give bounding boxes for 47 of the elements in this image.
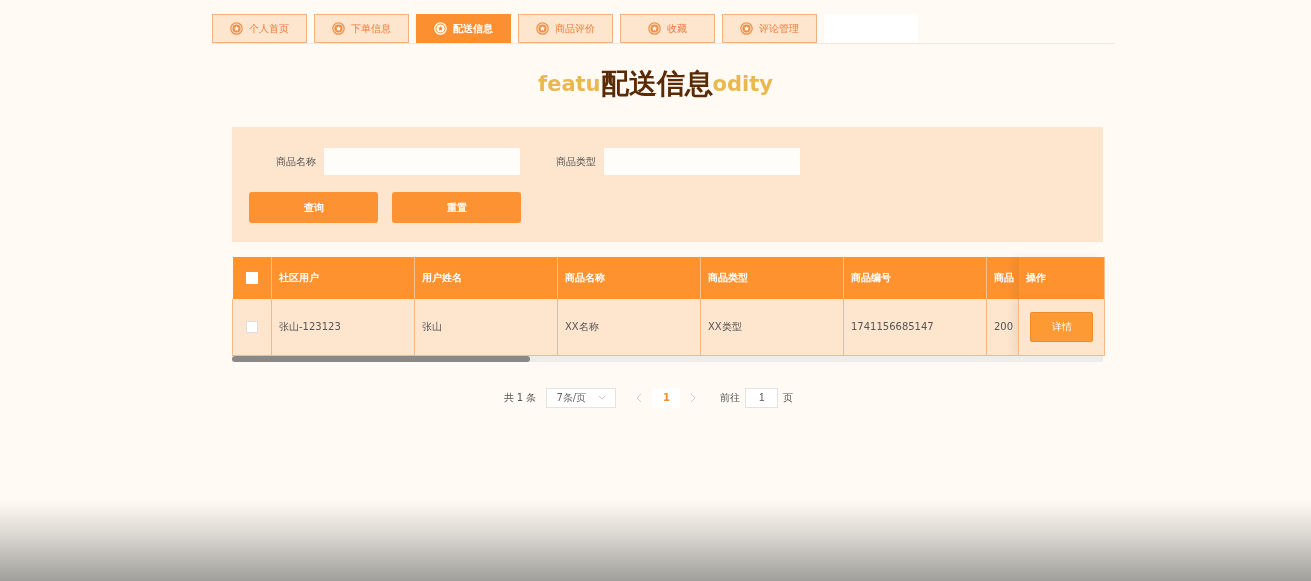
nav-tab[interactable]: 评论管理 (722, 14, 817, 43)
column-header: 社区用户 (271, 257, 415, 299)
total-count: 共 1 条 (503, 390, 537, 405)
star-icon (536, 22, 549, 35)
page-title: 配送信息 (600, 66, 713, 102)
page-input[interactable]: 1 (745, 387, 779, 408)
nav-tab[interactable]: 下单信息 (314, 14, 409, 43)
nav-tab[interactable]: 收藏 (620, 14, 715, 43)
star-icon (434, 22, 447, 35)
star-icon (740, 22, 753, 35)
column-header: 商品编号 (843, 257, 987, 299)
column-header: 商品类型 (700, 257, 844, 299)
table-cell: 1741156685147 (843, 299, 987, 355)
details-button[interactable]: 详情 (1030, 311, 1093, 342)
column-header: 操作 (1018, 257, 1105, 299)
backdrop-text: featu (538, 72, 601, 96)
page-size-select[interactable]: 7条/页 (546, 387, 617, 408)
page-number[interactable]: 1 (652, 387, 681, 408)
scrollbar-thumb[interactable] (232, 355, 530, 362)
page-suffix: 页 (783, 390, 794, 405)
previous-page-icon[interactable] (636, 392, 643, 403)
backdrop-text: odity (712, 72, 773, 96)
table-cell: XX名称 (557, 299, 701, 355)
input-field[interactable] (604, 148, 800, 175)
reset-button[interactable]: 重置 (392, 192, 521, 223)
star-icon (230, 22, 243, 35)
select-all-checkbox[interactable] (245, 272, 258, 284)
star-icon (648, 22, 661, 35)
field-label: 商品名称 (276, 154, 316, 169)
table-cell: 张山-123123 (271, 299, 415, 355)
chevron-down-icon (598, 395, 607, 400)
next-page-icon[interactable] (690, 392, 697, 403)
table-cell: 200 (986, 299, 1019, 355)
column-header: 商品名称 (557, 257, 701, 299)
field-label: 商品类型 (556, 154, 596, 169)
column-header: 用户姓名 (414, 257, 558, 299)
nav-tab[interactable]: 个人首页 (212, 14, 307, 43)
search-button[interactable]: 查询 (249, 192, 378, 223)
input-field[interactable] (324, 148, 520, 175)
nav-tab[interactable]: 商品评价 (518, 14, 613, 43)
star-icon (332, 22, 345, 35)
column-header: 商品 (986, 257, 1019, 299)
nav-tab[interactable]: 配送信息 (416, 14, 511, 43)
goto-label: 前往 (720, 390, 741, 405)
table-cell: 张山 (414, 299, 558, 355)
table-cell: XX类型 (700, 299, 844, 355)
row-checkbox[interactable] (246, 320, 258, 333)
